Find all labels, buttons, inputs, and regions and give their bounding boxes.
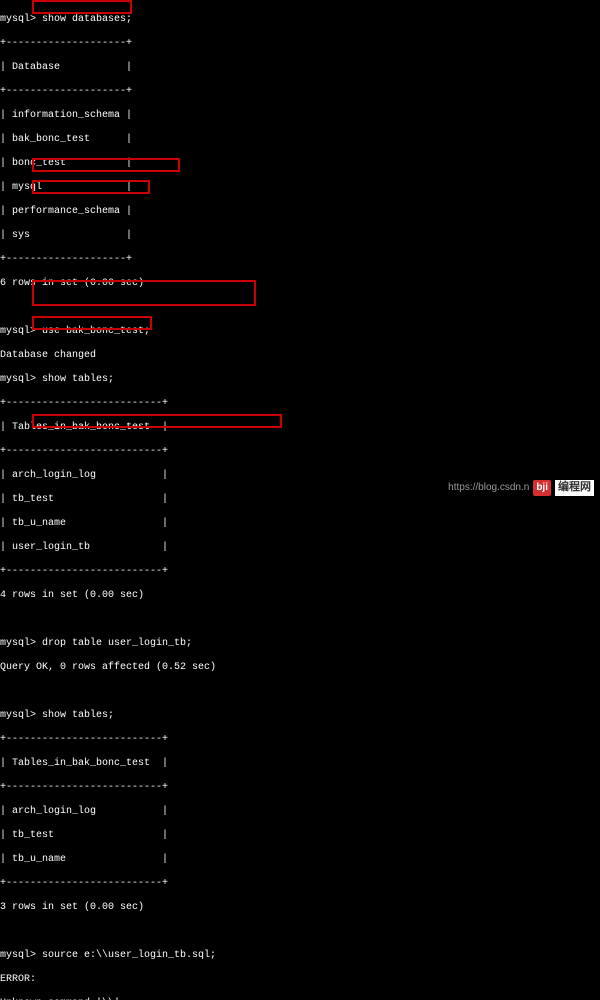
- cmd-show-databases: show databases;: [42, 14, 132, 25]
- db-row: | bonc_test |: [0, 158, 600, 170]
- table-row: | user_login_tb |: [0, 542, 600, 554]
- separator: +--------------------------+: [0, 734, 600, 746]
- cmd-use-db: use bak_bonc_test;: [42, 326, 150, 337]
- prompt-line: mysql> drop table user_login_tb;: [0, 638, 600, 650]
- col-header-tables: | Tables_in_bak_bonc_test |: [0, 758, 600, 770]
- error-msg: Unknown command '\\'.: [0, 998, 600, 1000]
- db-row: | information_schema |: [0, 110, 600, 122]
- prompt-line: mysql> use bak_bonc_test;: [0, 326, 600, 338]
- result-summary: 4 rows in set (0.00 sec): [0, 590, 600, 602]
- mysql-prompt: mysql>: [0, 374, 36, 385]
- separator: +--------------------+: [0, 38, 600, 50]
- col-header-tables: | Tables_in_bak_bonc_test |: [0, 422, 600, 434]
- cmd-show-tables: show tables;: [42, 710, 114, 721]
- blank: [0, 302, 600, 314]
- db-row: | sys |: [0, 230, 600, 242]
- separator: +--------------------------+: [0, 878, 600, 890]
- table-row: | tb_u_name |: [0, 854, 600, 866]
- mysql-terminal[interactable]: mysql> show databases; +----------------…: [0, 0, 600, 1000]
- db-row: | bak_bonc_test |: [0, 134, 600, 146]
- mysql-prompt: mysql>: [0, 950, 36, 961]
- error-label: ERROR:: [0, 974, 600, 986]
- blank: [0, 614, 600, 626]
- blank: [0, 926, 600, 938]
- cmd-show-tables: show tables;: [42, 374, 114, 385]
- db-changed-msg: Database changed: [0, 350, 600, 362]
- prompt-line: mysql> source e:\\user_login_tb.sql;: [0, 950, 600, 962]
- cmd-source-sql: source e:\\user_login_tb.sql;: [42, 950, 216, 961]
- blank: [0, 686, 600, 698]
- query-ok-msg: Query OK, 0 rows affected (0.52 sec): [0, 662, 600, 674]
- separator: +--------------------------+: [0, 446, 600, 458]
- table-row: | tb_test |: [0, 830, 600, 842]
- result-summary: 6 rows in set (0.00 sec): [0, 278, 600, 290]
- separator: +--------------------------+: [0, 398, 600, 410]
- mysql-prompt: mysql>: [0, 710, 36, 721]
- watermark-url: https://blog.csdn.n: [448, 482, 529, 494]
- watermark-badge-icon: bji: [533, 480, 551, 496]
- separator: +--------------------------+: [0, 782, 600, 794]
- separator: +--------------------------+: [0, 566, 600, 578]
- prompt-line: mysql> show tables;: [0, 374, 600, 386]
- separator: +--------------------+: [0, 254, 600, 266]
- table-row: | arch_login_log |: [0, 806, 600, 818]
- table-row: | tb_u_name |: [0, 518, 600, 530]
- prompt-line: mysql> show databases;: [0, 14, 600, 26]
- mysql-prompt: mysql>: [0, 326, 36, 337]
- col-header-database: | Database |: [0, 62, 600, 74]
- prompt-line: mysql> show tables;: [0, 710, 600, 722]
- cmd-drop-table: drop table user_login_tb;: [42, 638, 192, 649]
- db-row: | performance_schema |: [0, 206, 600, 218]
- watermark-site-name: 编程网: [555, 480, 594, 495]
- watermark: https://blog.csdn.n bji 编程网: [448, 480, 594, 496]
- result-summary: 3 rows in set (0.00 sec): [0, 902, 600, 914]
- mysql-prompt: mysql>: [0, 14, 36, 25]
- separator: +--------------------+: [0, 86, 600, 98]
- mysql-prompt: mysql>: [0, 638, 36, 649]
- db-row: | mysql |: [0, 182, 600, 194]
